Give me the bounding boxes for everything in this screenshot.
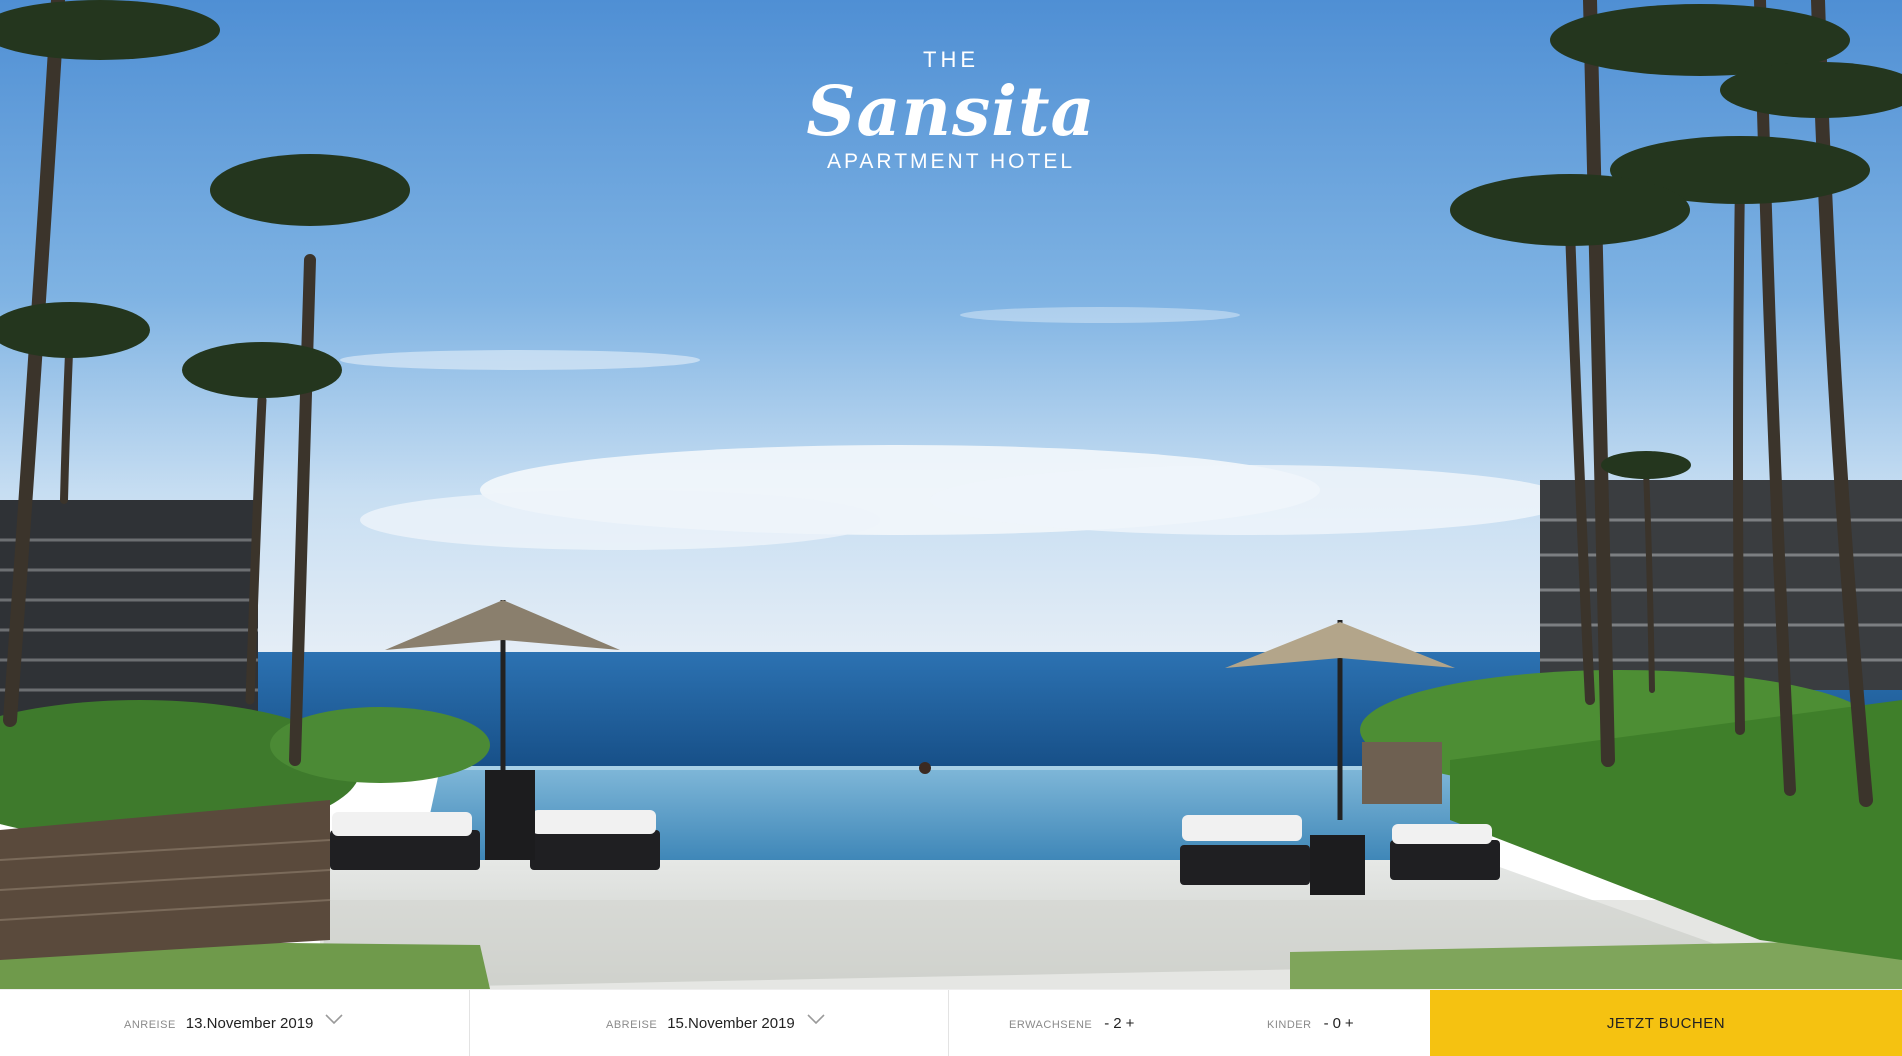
children-count: 0 — [1332, 1014, 1341, 1032]
logo-name: Sansita — [806, 72, 1096, 152]
chevron-down-icon[interactable] — [807, 1011, 825, 1029]
adults-count: 2 — [1113, 1014, 1122, 1032]
children-decrement-button[interactable]: - — [1322, 1015, 1331, 1032]
book-now-button[interactable]: JETZT BUCHEN — [1430, 990, 1902, 1056]
children-field: KINDER - 0 + — [1267, 990, 1356, 1056]
departure-date[interactable]: 15.November 2019 — [667, 1015, 795, 1032]
hotel-logo[interactable]: THE Sansita APARTMENT HOTEL — [0, 48, 1902, 174]
logo-the: THE — [923, 47, 979, 72]
hero-background: THE Sansita APARTMENT HOTEL — [0, 0, 1902, 989]
adults-label: ERWACHSENE — [1009, 1019, 1093, 1031]
chevron-down-icon[interactable] — [325, 1011, 343, 1029]
children-stepper: - 0 + — [1322, 1015, 1356, 1032]
arrival-label: ANREISE — [124, 1019, 176, 1031]
adults-stepper: - 2 + — [1102, 1015, 1136, 1032]
adults-decrement-button[interactable]: - — [1102, 1015, 1111, 1032]
field-divider — [469, 990, 470, 1056]
children-label: KINDER — [1267, 1019, 1312, 1031]
adults-field: ERWACHSENE - 2 + — [1009, 990, 1136, 1056]
adults-increment-button[interactable]: + — [1124, 1015, 1137, 1032]
arrival-field[interactable]: ANREISE 13.November 2019 — [124, 990, 343, 1056]
logo-subtitle: APARTMENT HOTEL — [826, 150, 1076, 173]
departure-label: ABREISE — [606, 1019, 658, 1031]
children-increment-button[interactable]: + — [1343, 1015, 1356, 1032]
field-divider — [948, 990, 949, 1056]
departure-field[interactable]: ABREISE 15.November 2019 — [606, 990, 825, 1056]
arrival-date[interactable]: 13.November 2019 — [186, 1015, 314, 1032]
booking-bar: ANREISE 13.November 2019 ABREISE 15.Nove… — [0, 989, 1902, 1056]
